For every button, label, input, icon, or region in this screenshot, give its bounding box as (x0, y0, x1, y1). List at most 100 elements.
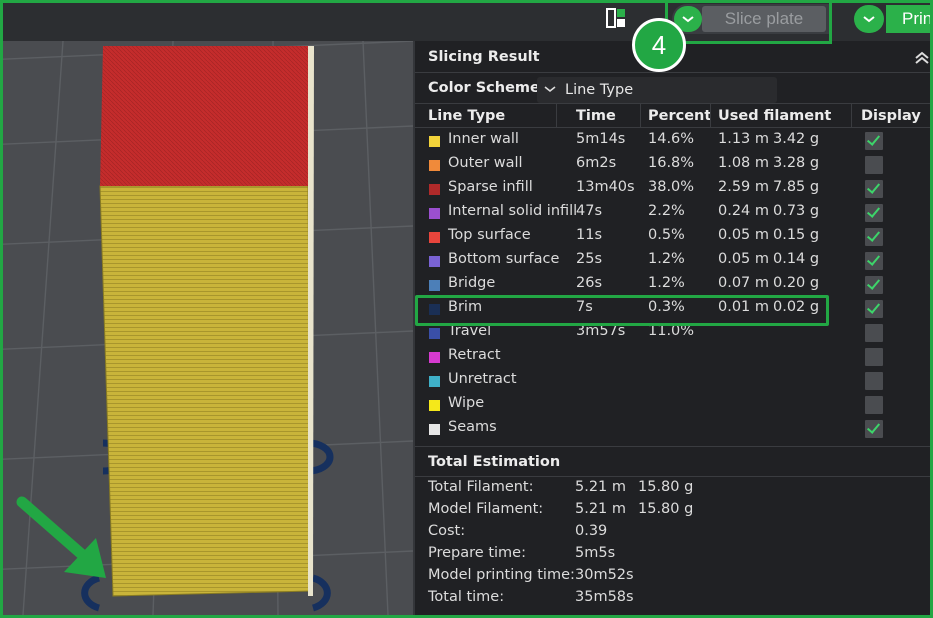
display-checkbox[interactable] (865, 420, 883, 438)
chevron-down-icon (544, 86, 556, 93)
weight-value: 7.85 g (773, 179, 820, 195)
divider (415, 446, 932, 447)
table-row: Sparse infill 13m40s 38.0% 2.59 m 7.85 g (415, 177, 932, 201)
color-swatch (429, 376, 440, 387)
line-type-name: Sparse infill (448, 179, 533, 195)
header-percent: Percent (648, 108, 712, 124)
percent-value: 2.2% (648, 203, 685, 219)
column-separator (556, 103, 557, 127)
table-row: Wipe (415, 393, 932, 417)
estimate-label: Total time: (428, 589, 505, 605)
percent-value: 16.8% (648, 155, 695, 171)
weight-value: 3.28 g (773, 155, 820, 171)
line-type-name: Inner wall (448, 131, 519, 147)
table-row: Unretract (415, 369, 932, 393)
line-type-name: Unretract (448, 371, 517, 387)
estimate-value: 0.39 (575, 523, 608, 539)
color-scheme-select[interactable]: Line Type (537, 77, 777, 103)
percent-value: 0.5% (648, 227, 685, 243)
table-row: Retract (415, 345, 932, 369)
line-type-name: Outer wall (448, 155, 523, 171)
line-type-name: Wipe (448, 395, 485, 411)
column-separator (851, 103, 852, 127)
display-checkbox[interactable] (865, 348, 883, 366)
header-line-type: Line Type (428, 108, 506, 124)
model-side (99, 185, 312, 597)
annotation-arrow (16, 496, 106, 578)
color-swatch (429, 328, 440, 339)
length-value: 0.07 m (718, 275, 770, 291)
table-row: Bridge 26s 1.2% 0.07 m 0.20 g (415, 273, 932, 297)
weight-value: 0.14 g (773, 251, 820, 267)
estimate-value-2: 15.80 g (638, 479, 694, 495)
color-scheme-label: Color Scheme (428, 80, 540, 96)
estimate-value-2: 15.80 g (638, 501, 694, 517)
time-value: 11s (576, 227, 603, 243)
length-value: 0.05 m (718, 251, 770, 267)
display-checkbox[interactable] (865, 324, 883, 342)
model-edge (308, 46, 314, 596)
length-value: 1.13 m (718, 131, 770, 147)
estimate-value: 5.21 m (575, 479, 627, 495)
display-checkbox[interactable] (865, 276, 883, 294)
line-type-name: Bottom surface (448, 251, 560, 267)
display-checkbox[interactable] (865, 132, 883, 150)
table-row: Bottom surface 25s 1.2% 0.05 m 0.14 g (415, 249, 932, 273)
print-dropdown-button[interactable] (854, 5, 884, 33)
color-swatch (429, 136, 440, 147)
display-checkbox[interactable] (865, 180, 883, 198)
column-separator (640, 103, 641, 127)
percent-value: 38.0% (648, 179, 695, 195)
display-checkbox[interactable] (865, 228, 883, 246)
divider (415, 72, 932, 73)
line-type-name: Retract (448, 347, 501, 363)
weight-value: 3.42 g (773, 131, 820, 147)
display-checkbox[interactable] (865, 396, 883, 414)
display-checkbox[interactable] (865, 156, 883, 174)
color-swatch (429, 280, 440, 291)
line-type-name: Seams (448, 419, 497, 435)
time-value: 26s (576, 275, 603, 291)
slice-highlight-box (665, 0, 832, 44)
model-top-infill (100, 46, 308, 186)
estimate-value: 30m52s (575, 567, 634, 583)
length-value: 2.59 m (718, 179, 770, 195)
weight-value: 0.73 g (773, 203, 820, 219)
percent-value: 14.6% (648, 131, 695, 147)
header-time: Time (576, 108, 616, 124)
line-type-name: Top surface (448, 227, 531, 243)
estimate-row: Model printing time: 30m52s (415, 567, 932, 589)
estimate-value: 35m58s (575, 589, 634, 605)
estimate-value: 5.21 m (575, 501, 627, 517)
estimate-label: Prepare time: (428, 545, 526, 561)
collapse-icon[interactable] (913, 49, 931, 67)
divider (415, 103, 932, 104)
length-value: 0.24 m (718, 203, 770, 219)
time-value: 13m40s (576, 179, 635, 195)
display-checkbox[interactable] (865, 300, 883, 318)
table-row: Internal solid infill 47s 2.2% 0.24 m 0.73 g (415, 201, 932, 225)
estimate-row: Total Filament: 5.21 m 15.80 g (415, 479, 932, 501)
print-button[interactable]: Prin (886, 5, 933, 33)
table-row: Seams (415, 417, 932, 441)
time-value: 47s (576, 203, 603, 219)
color-swatch (429, 208, 440, 219)
estimate-label: Total Filament: (428, 479, 534, 495)
color-swatch (429, 184, 440, 195)
display-checkbox[interactable] (865, 204, 883, 222)
display-checkbox[interactable] (865, 372, 883, 390)
weight-value: 0.15 g (773, 227, 820, 243)
column-separator (710, 103, 711, 127)
display-checkbox[interactable] (865, 252, 883, 270)
header-display: Display (861, 108, 921, 124)
line-type-name: Internal solid infill (448, 203, 578, 219)
weight-value: 0.20 g (773, 275, 820, 291)
length-value: 0.05 m (718, 227, 770, 243)
estimate-label: Cost: (428, 523, 466, 539)
estimate-label: Model Filament: (428, 501, 544, 517)
layout-icon[interactable] (606, 8, 626, 28)
color-swatch (429, 256, 440, 267)
estimate-label: Model printing time: (428, 567, 575, 583)
header-used-filament: Used filament (718, 108, 832, 124)
time-value: 25s (576, 251, 603, 267)
